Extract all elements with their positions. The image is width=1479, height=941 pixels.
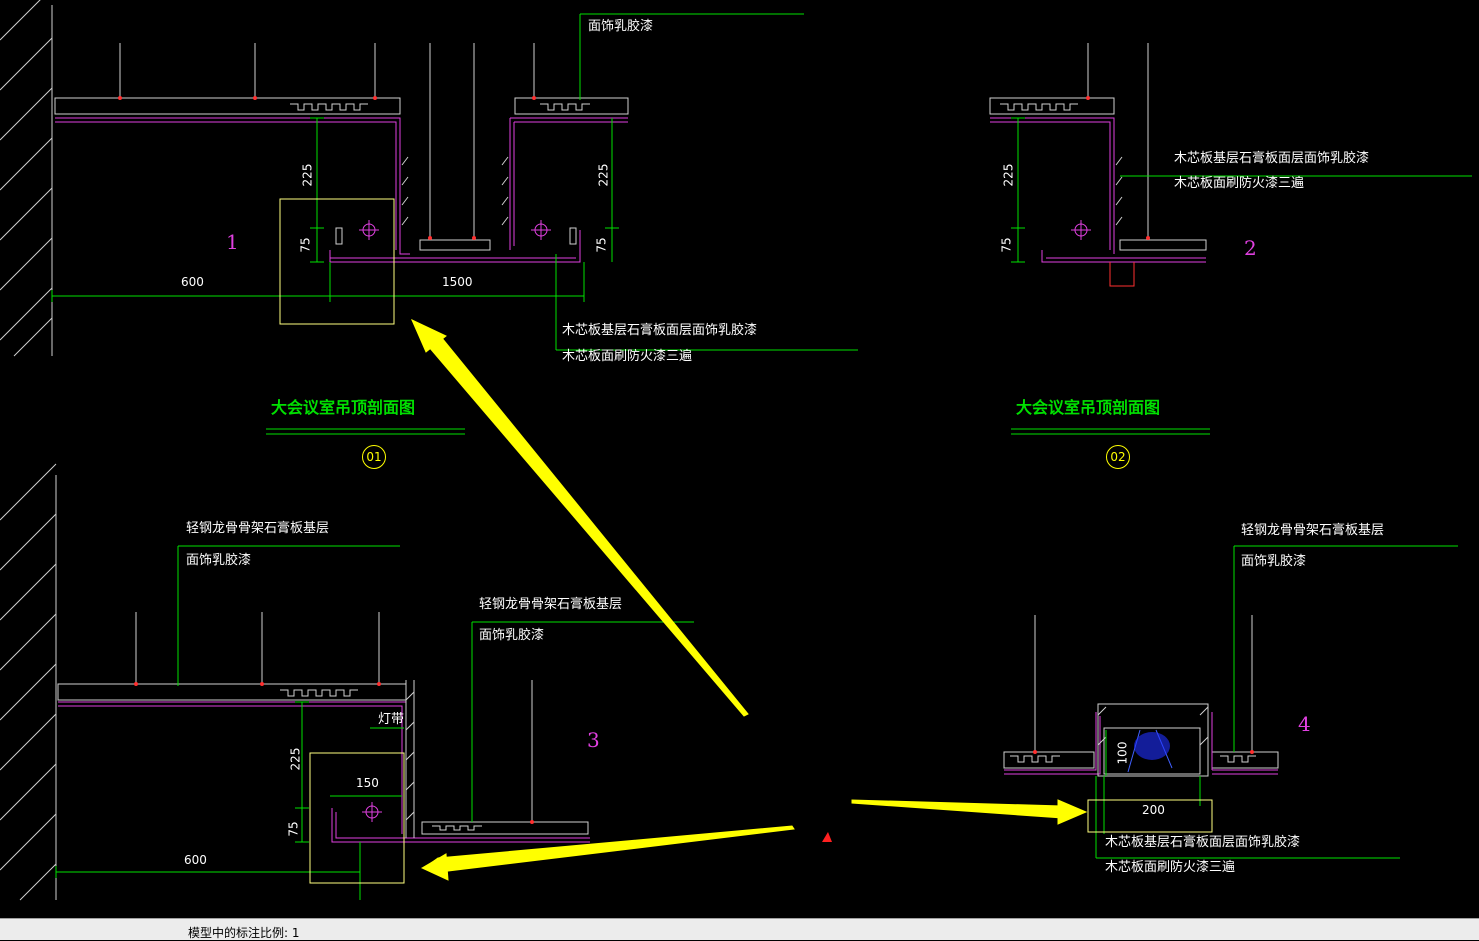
wall-hatch-bottom: [0, 463, 57, 901]
detail-3-note-b2: 面饰乳胶漆: [479, 628, 545, 643]
detail-4-note-a2: 面饰乳胶漆: [1241, 554, 1307, 569]
section-badge-2: 02: [1106, 445, 1130, 469]
annotation-scale-status: 模型中的标注比例: 1: [188, 926, 300, 940]
detail-2-dim-225: 225: [1001, 163, 1016, 187]
detail-4-note-b1: 木芯板基层石膏板面层面饰乳胶漆: [1105, 835, 1301, 850]
cad-drawing-svg: [0, 0, 1472, 901]
detail-1-geometry: [51, 13, 858, 351]
section-title-1: 大会议室吊顶剖面图: [271, 398, 416, 417]
detail-4-dim-100: 100: [1115, 741, 1130, 765]
detail-3-note-a2: 面饰乳胶漆: [186, 553, 252, 568]
detail-4-note-a1: 轻钢龙骨骨架石膏板基层: [1241, 523, 1385, 538]
detail-4-number: 4: [1298, 712, 1311, 736]
detail-3-note-a1: 轻钢龙骨骨架石膏板基层: [186, 521, 330, 536]
detail-3-dim-225: 225: [288, 747, 303, 771]
detail-2-number: 2: [1244, 236, 1257, 260]
detail-1-number: 1: [226, 230, 239, 254]
detail-1-dim-600: 600: [181, 275, 204, 289]
status-bar: 模型中的标注比例: 1: [0, 918, 1479, 940]
cad-drawing-canvas[interactable]: 面饰乳胶漆 1 225 75 600 1500 225 75 木芯板基层石膏板面…: [0, 0, 1479, 918]
detail-2-note-2: 木芯板面刷防火漆三遍: [1174, 176, 1305, 191]
detail-3-note-b1: 轻钢龙骨骨架石膏板基层: [479, 597, 623, 612]
cursor-marker: [822, 832, 832, 842]
detail-3-dim-75: 75: [286, 821, 301, 837]
detail-2-note-1: 木芯板基层石膏板面层面饰乳胶漆: [1174, 151, 1370, 166]
detail-1-dim-225a: 225: [300, 163, 315, 187]
detail-1-note-top: 面饰乳胶漆: [588, 19, 654, 34]
detail-3-dim-150: 150: [356, 776, 379, 790]
detail-1-note-bottom-2: 木芯板面刷防火漆三遍: [562, 349, 693, 364]
detail-3-dim-600: 600: [184, 853, 207, 867]
detail-4-dim-200: 200: [1142, 803, 1165, 817]
detail-1-dim-1500: 1500: [442, 275, 473, 289]
detail-1-note-bottom-1: 木芯板基层石膏板面层面饰乳胶漆: [562, 323, 758, 338]
section-title-2: 大会议室吊顶剖面图: [1016, 398, 1161, 417]
wall-hatch-top: [0, 0, 53, 357]
detail-1-dim-75b: 75: [594, 237, 609, 253]
detail-1-dim-75a: 75: [298, 237, 313, 253]
section-badge-1: 01: [362, 445, 386, 469]
detail-4-note-b2: 木芯板面刷防火漆三遍: [1105, 860, 1236, 875]
detail-3-number: 3: [587, 728, 600, 752]
detail-2-dim-75: 75: [999, 237, 1014, 253]
detail-3-light-label: 灯带: [378, 712, 405, 727]
detail-1-dim-225b: 225: [596, 163, 611, 187]
